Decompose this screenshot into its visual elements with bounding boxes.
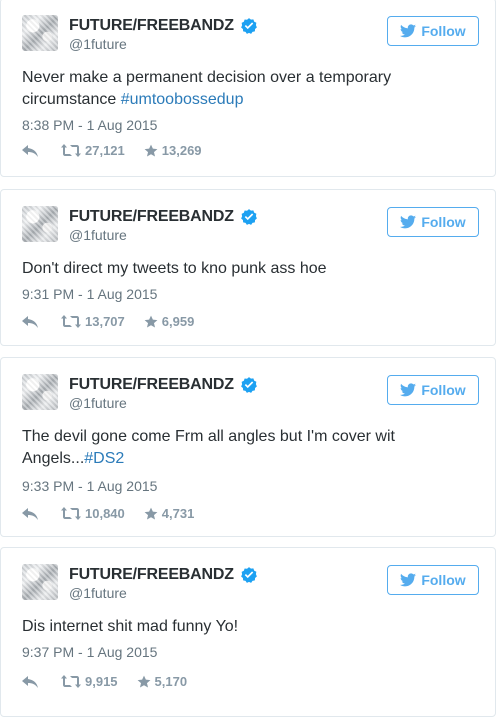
retweet-button[interactable]: 13,707 bbox=[61, 314, 125, 329]
avatar[interactable] bbox=[22, 564, 58, 600]
follow-button[interactable]: Follow bbox=[387, 207, 479, 237]
retweet-button[interactable]: 27,121 bbox=[61, 143, 125, 158]
hashtag-link[interactable]: #DS2 bbox=[84, 450, 124, 467]
favorite-star-icon bbox=[144, 144, 158, 157]
author-row: FUTURE/FREEBANDZ bbox=[69, 375, 258, 395]
author-row: FUTURE/FREEBANDZ bbox=[69, 207, 258, 227]
favorite-star-icon bbox=[137, 675, 150, 688]
author-name[interactable]: FUTURE/FREEBANDZ bbox=[69, 208, 234, 226]
favorite-button[interactable]: 13,269 bbox=[144, 143, 202, 158]
author-name[interactable]: FUTURE/FREEBANDZ bbox=[69, 566, 234, 584]
follow-button[interactable]: Follow bbox=[387, 375, 479, 405]
author-handle[interactable]: @1future bbox=[69, 395, 127, 411]
author-handle[interactable]: @1future bbox=[69, 227, 127, 243]
tweet-body: Don't direct my tweets to kno punk ass h… bbox=[22, 260, 327, 277]
retweet-count: 13,707 bbox=[85, 314, 125, 329]
reply-button[interactable] bbox=[22, 675, 38, 688]
tweet-card: FUTURE/FREEBANDZ @1future Follow The dev… bbox=[0, 357, 496, 537]
favorite-button[interactable]: 4,731 bbox=[144, 506, 195, 521]
tweet-timestamp[interactable]: 9:31 PM - 1 Aug 2015 bbox=[22, 286, 157, 302]
retweet-button[interactable]: 10,840 bbox=[61, 506, 125, 521]
favorite-count: 13,269 bbox=[161, 143, 202, 158]
reply-button[interactable] bbox=[22, 315, 38, 328]
avatar[interactable] bbox=[22, 15, 58, 51]
hashtag-link[interactable]: #umtoobossedup bbox=[121, 91, 244, 108]
avatar[interactable] bbox=[22, 374, 58, 410]
tweet-actions: 27,121 13,269 bbox=[22, 143, 202, 158]
favorite-star-icon bbox=[144, 507, 158, 520]
tweet-card: FUTURE/FREEBANDZ @1future Follow Never m… bbox=[0, 0, 496, 177]
reply-button[interactable] bbox=[22, 507, 38, 520]
author-name[interactable]: FUTURE/FREEBANDZ bbox=[69, 17, 234, 35]
author-handle[interactable]: @1future bbox=[69, 36, 127, 52]
tweet-card: FUTURE/FREEBANDZ @1future Follow Don't d… bbox=[0, 189, 496, 346]
tweet-timestamp[interactable]: 8:38 PM - 1 Aug 2015 bbox=[22, 117, 157, 133]
reply-icon bbox=[22, 507, 38, 520]
follow-label: Follow bbox=[421, 214, 466, 230]
favorite-count: 6,959 bbox=[161, 314, 195, 329]
verified-icon bbox=[240, 209, 257, 225]
tweet-actions: 10,840 4,731 bbox=[22, 506, 194, 521]
verified-icon bbox=[240, 567, 257, 583]
reply-icon bbox=[22, 315, 38, 328]
tweet-body: The devil gone come Frm all angles but I… bbox=[22, 428, 395, 467]
tweet-text: The devil gone come Frm all angles but I… bbox=[22, 426, 475, 470]
author-row: FUTURE/FREEBANDZ bbox=[69, 565, 258, 585]
retweet-count: 9,915 bbox=[85, 674, 118, 689]
tweet-text: Dis internet shit mad funny Yo! bbox=[22, 616, 475, 638]
tweet-timestamp[interactable]: 9:37 PM - 1 Aug 2015 bbox=[22, 644, 157, 660]
tweet-body: Dis internet shit mad funny Yo! bbox=[22, 618, 239, 635]
favorite-count: 4,731 bbox=[161, 506, 195, 521]
favorite-star-icon bbox=[144, 315, 158, 328]
retweet-icon bbox=[61, 144, 81, 157]
reply-icon bbox=[22, 144, 38, 157]
reply-icon bbox=[22, 675, 38, 688]
retweet-icon bbox=[61, 675, 81, 688]
author-row: FUTURE/FREEBANDZ bbox=[69, 16, 258, 36]
author-handle[interactable]: @1future bbox=[69, 585, 127, 601]
tweet-text: Never make a permanent decision over a t… bbox=[22, 67, 475, 111]
twitter-bird-icon bbox=[400, 383, 417, 397]
tweet-text: Don't direct my tweets to kno punk ass h… bbox=[22, 258, 475, 280]
tweet-timestamp[interactable]: 9:33 PM - 1 Aug 2015 bbox=[22, 478, 157, 494]
retweet-button[interactable]: 9,915 bbox=[61, 674, 118, 689]
twitter-bird-icon bbox=[400, 573, 417, 587]
twitter-bird-icon bbox=[400, 215, 417, 229]
avatar[interactable] bbox=[22, 206, 58, 242]
author-name[interactable]: FUTURE/FREEBANDZ bbox=[69, 376, 234, 394]
tweet-card: FUTURE/FREEBANDZ @1future Follow Dis int… bbox=[0, 547, 496, 717]
twitter-bird-icon bbox=[400, 24, 417, 38]
follow-button[interactable]: Follow bbox=[387, 16, 479, 46]
favorite-button[interactable]: 6,959 bbox=[144, 314, 195, 329]
retweet-icon bbox=[61, 507, 81, 520]
retweet-icon bbox=[61, 315, 81, 328]
follow-button[interactable]: Follow bbox=[387, 565, 479, 595]
reply-button[interactable] bbox=[22, 144, 38, 157]
favorite-button[interactable]: 5,170 bbox=[137, 674, 188, 689]
tweet-actions: 9,915 5,170 bbox=[22, 674, 187, 689]
follow-label: Follow bbox=[421, 23, 466, 39]
follow-label: Follow bbox=[421, 382, 466, 398]
verified-icon bbox=[240, 18, 257, 34]
retweet-count: 27,121 bbox=[85, 143, 125, 158]
tweet-actions: 13,707 6,959 bbox=[22, 314, 194, 329]
favorite-count: 5,170 bbox=[154, 674, 188, 689]
retweet-count: 10,840 bbox=[85, 506, 125, 521]
verified-icon bbox=[240, 377, 257, 393]
follow-label: Follow bbox=[421, 572, 466, 588]
